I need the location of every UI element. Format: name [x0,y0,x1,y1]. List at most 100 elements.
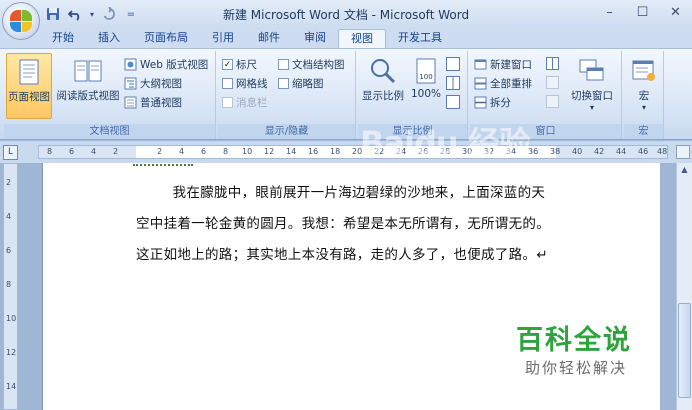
close-button[interactable]: ✕ [659,0,692,24]
tab-references[interactable]: 引用 [200,29,246,48]
switch-windows-icon [579,59,604,81]
group-macros: 宏 ▾ 宏 [624,51,664,139]
ruler-checkbox[interactable]: ✓ 标尺 [222,57,257,72]
spelling-underline [133,163,193,166]
show-hide-group-label: 显示/隐藏 [218,124,355,139]
tab-insert[interactable]: 插入 [86,29,132,48]
group-show-hide: ✓ 标尺 网格线 消息栏 文档结构图 缩略图 显示/隐藏 [218,51,356,139]
zoom-100-label: 100% [410,88,442,100]
document-line-2[interactable]: 空中挂着一轮金黄的圆月。我想：希望是本无所谓有，无所谓无的。 [136,212,550,232]
arrange-all-button[interactable]: 全部重排 [474,76,532,91]
outline-icon [124,77,137,90]
sync-scrolling-icon[interactable] [546,76,559,89]
document-line-3[interactable]: 这正如地上的路；其实地上本没有路，走的人多了，也便成了路。↵ [136,243,548,263]
gridlines-check-icon [222,78,233,89]
ruler-tick: 48 [657,147,668,156]
draft-icon [124,96,137,109]
message-bar-check-icon [222,97,233,108]
new-window-label: 新建窗口 [490,59,532,71]
scroll-up-arrow-icon[interactable]: ▲ [679,165,690,176]
maximize-button[interactable]: ☐ [626,0,659,24]
tab-page-layout[interactable]: 页面布局 [132,29,200,48]
outline-button[interactable]: 大纲视图 [124,76,182,91]
baike-watermark-subtitle: 助你轻松解决 [525,359,628,377]
ruler-tick: 46 [638,147,649,156]
thumbnails-check-icon [278,78,289,89]
page-100-icon-text: 100 [419,73,432,81]
ruler-tick: 44 [616,147,627,156]
doc-map-label: 文档结构图 [292,59,345,71]
draft-button[interactable]: 普通视图 [124,95,182,110]
outline-label: 大纲视图 [140,78,182,90]
page-width-icon[interactable] [446,95,460,109]
window-title: 新建 Microsoft Word 文档 - Microsoft Word [222,8,470,22]
ruler-tick: 8 [47,147,53,156]
zoom-button[interactable]: 显示比例 [360,53,406,119]
doc-map-checkbox[interactable]: 文档结构图 [278,57,345,72]
switch-windows-button[interactable]: 切换窗口 ▾ [566,53,618,119]
ruler-tick: 38 [550,147,561,156]
macros-button[interactable]: 宏 ▾ [626,53,662,119]
minimize-button[interactable]: – [593,0,626,24]
new-window-icon [474,59,487,70]
vertical-ruler[interactable]: 2 4 6 8 10 12 14 [3,163,18,410]
ruler-tick: 4 [91,147,97,156]
arrange-all-label: 全部重排 [490,78,532,90]
full-screen-reading-icon [74,60,102,82]
ribbon-tabs: 开始 插入 页面布局 引用 邮件 审阅 视图 开发工具 [0,29,692,48]
view-side-by-side-icon[interactable] [546,57,559,70]
message-bar-label: 消息栏 [236,97,268,109]
office-button[interactable] [2,2,40,40]
vertical-scrollbar[interactable]: ▲ [676,163,692,410]
group-document-views: 页面视图 阅读版式视图 Web 版式视图 大纲视图 普通视图 文档视图 [4,51,216,139]
page-100-icon: 100 [416,58,436,84]
tab-mailings[interactable]: 邮件 [246,29,292,48]
thumbnails-checkbox[interactable]: 缩略图 [278,76,324,91]
tab-view[interactable]: 视图 [338,29,386,48]
macros-icon [632,60,655,81]
new-window-button[interactable]: 新建窗口 [474,57,532,72]
reset-window-position-icon[interactable] [546,95,559,108]
view-ruler-icon[interactable] [676,145,690,159]
zoom-label: 显示比例 [362,90,404,102]
two-pages-icon[interactable] [446,76,460,90]
scrollbar-thumb[interactable] [678,303,691,398]
draft-label: 普通视图 [140,97,182,109]
print-layout-button[interactable]: 页面视图 [6,53,52,119]
horizontal-ruler[interactable]: 8 6 4 2 2 4 6 8 10 12 14 16 18 20 22 24 … [38,145,668,159]
switch-windows-label: 切换窗口 [571,90,613,102]
ruler-tick: 6 [69,147,75,156]
gridlines-checkbox[interactable]: 网格线 [222,76,268,91]
full-screen-reading-button[interactable]: 阅读版式视图 [54,53,122,119]
print-layout-label: 页面视图 [8,91,50,103]
ruler-tick: 6 [201,147,207,156]
vruler-tick: 14 [6,382,17,391]
split-button[interactable]: 拆分 [474,95,511,110]
tab-developer[interactable]: 开发工具 [386,29,454,48]
arrange-all-icon [474,77,487,90]
ruler-row: L 8 6 4 2 2 4 6 8 10 12 14 16 18 20 22 2… [0,141,692,163]
macros-label: 宏 [638,90,650,102]
thumbnails-label: 缩略图 [292,78,324,90]
zoom-100-button[interactable]: 100 100% [408,53,444,119]
web-layout-button[interactable]: Web 版式视图 [124,57,208,72]
full-screen-reading-label: 阅读版式视图 [56,90,120,102]
document-line-1[interactable]: 我在朦胧中，眼前展开一片海边碧绿的沙地来，上面深蓝的天 [145,181,545,201]
ruler-tick: 2 [157,147,163,156]
tab-home[interactable]: 开始 [40,29,86,48]
tab-review[interactable]: 审阅 [292,29,338,48]
vruler-tick: 2 [6,178,12,187]
baidu-watermark: Baidu 经验 [360,124,531,162]
ruler-tick: 42 [594,147,605,156]
doc-map-check-icon [278,59,289,70]
window-controls: – ☐ ✕ [593,0,692,24]
ruler-tick: 2 [113,147,119,156]
tab-selector[interactable]: L [3,145,18,160]
ruler-tick: 40 [572,147,583,156]
vruler-tick: 10 [6,314,17,323]
web-layout-label: Web 版式视图 [140,59,209,71]
gridlines-label: 网格线 [236,78,268,90]
doc-views-group-label: 文档视图 [4,124,215,139]
vruler-tick: 6 [6,246,12,255]
one-page-icon[interactable] [446,57,460,71]
